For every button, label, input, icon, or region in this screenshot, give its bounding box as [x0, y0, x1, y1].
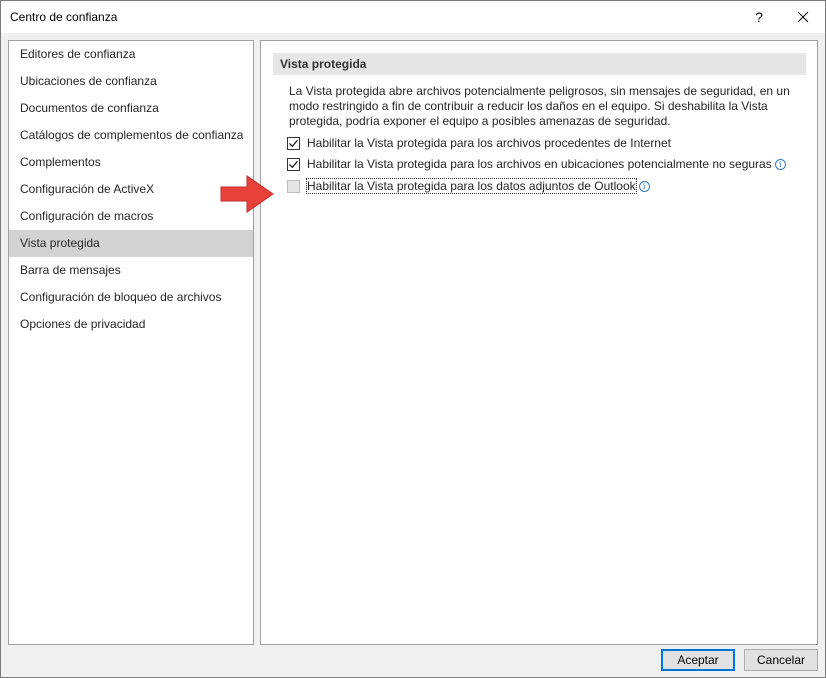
info-icon[interactable]: i	[638, 180, 650, 192]
option-outlook-attachments: Habilitar la Vista protegida para los da…	[287, 177, 650, 195]
outlook-attachments-option-label[interactable]: Habilitar la Vista protegida para los da…	[306, 178, 637, 194]
window-title: Centro de confianza	[10, 10, 118, 24]
close-icon	[797, 11, 809, 23]
sidebar-item-catalogos[interactable]: Catálogos de complementos de confianza	[9, 122, 253, 149]
section-description: La Vista protegida abre archivos potenci…	[289, 84, 790, 128]
sidebar-item-label: Opciones de privacidad	[20, 317, 146, 331]
sidebar-item-complementos[interactable]: Complementos	[9, 149, 253, 176]
unsafe-locations-option-label[interactable]: Habilitar la Vista protegida para los ar…	[307, 157, 772, 171]
help-button[interactable]: ?	[737, 1, 781, 33]
internet-option-label[interactable]: Habilitar la Vista protegida para los ar…	[307, 136, 671, 150]
sidebar-item-vista-protegida[interactable]: Vista protegida	[9, 230, 253, 257]
checkmark-icon	[289, 160, 298, 168]
accept-button[interactable]: Aceptar	[661, 649, 735, 671]
close-button[interactable]	[781, 1, 825, 33]
internet-checkbox[interactable]	[287, 136, 300, 150]
sidebar-item-label: Ubicaciones de confianza	[20, 74, 157, 88]
info-icon[interactable]: i	[774, 158, 786, 170]
sidebar-item-activex[interactable]: Configuración de ActiveX	[9, 176, 253, 203]
red-arrow-icon	[220, 175, 274, 213]
option-unsafe-locations: Habilitar la Vista protegida para los ar…	[287, 155, 786, 173]
sidebar-item-label: Barra de mensajes	[20, 263, 121, 277]
sidebar-item-privacidad[interactable]: Opciones de privacidad	[9, 311, 253, 338]
sidebar-item-ubicaciones[interactable]: Ubicaciones de confianza	[9, 68, 253, 95]
option-internet: Habilitar la Vista protegida para los ar…	[287, 134, 671, 152]
outlook-attachments-checkbox[interactable]	[287, 179, 300, 193]
sidebar-item-bloqueo-archivos[interactable]: Configuración de bloqueo de archivos	[9, 284, 253, 311]
sidebar-item-label: Editores de confianza	[20, 47, 136, 61]
trust-center-dialog: Centro de confianza ? Editores de confia…	[0, 0, 826, 678]
section-title: Vista protegida	[273, 53, 806, 75]
content-panel: Vista protegida La Vista protegida abre …	[260, 40, 818, 645]
sidebar-item-label: Documentos de confianza	[20, 101, 159, 115]
sidebar-item-label: Configuración de macros	[20, 209, 154, 223]
sidebar-item-label: Catálogos de complementos de confianza	[20, 128, 244, 142]
sidebar-item-label: Complementos	[20, 155, 101, 169]
sidebar-item-label: Configuración de bloqueo de archivos	[20, 290, 222, 304]
sidebar-item-macros[interactable]: Configuración de macros	[9, 203, 253, 230]
sidebar-item-documentos[interactable]: Documentos de confianza	[9, 95, 253, 122]
cancel-button[interactable]: Cancelar	[744, 649, 818, 671]
sidebar-item-label: Vista protegida	[20, 236, 100, 250]
sidebar-nav: Editores de confianza Ubicaciones de con…	[8, 40, 254, 645]
unsafe-locations-checkbox[interactable]	[287, 157, 300, 171]
checkmark-icon	[289, 139, 298, 147]
sidebar-item-editores[interactable]: Editores de confianza	[9, 41, 253, 68]
sidebar-item-label: Configuración de ActiveX	[20, 182, 155, 196]
title-bar: Centro de confianza ?	[1, 1, 825, 33]
sidebar-item-barra-mensajes[interactable]: Barra de mensajes	[9, 257, 253, 284]
